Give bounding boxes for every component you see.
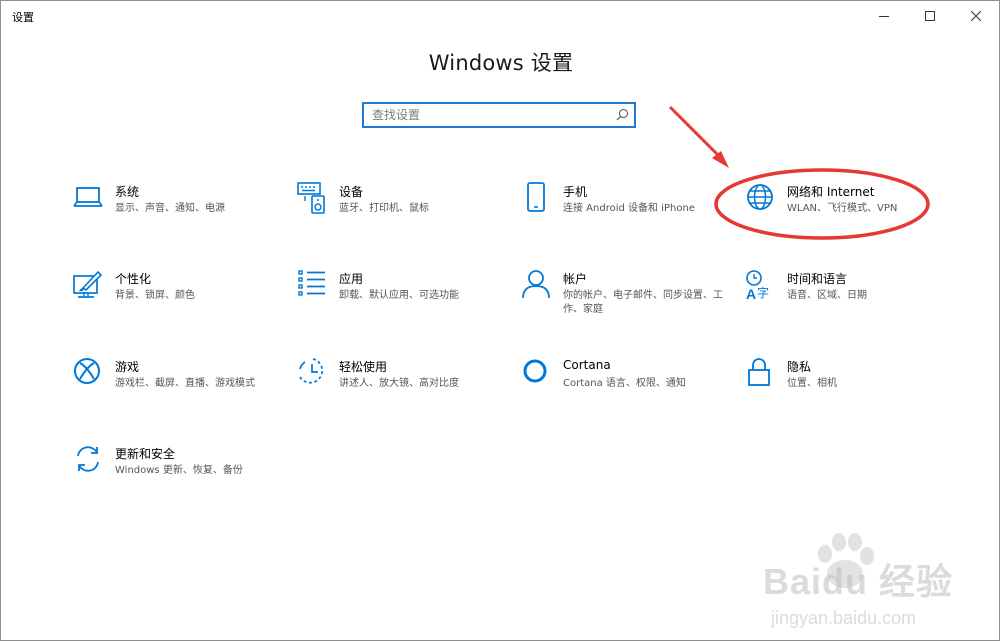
tile-title: 设备: [339, 185, 364, 199]
search-icon[interactable]: [616, 108, 629, 121]
tile-title: 时间和语言: [787, 272, 848, 286]
apps-list-icon: [298, 270, 325, 296]
paintbrush-icon: [73, 270, 103, 298]
tile-title: 游戏: [115, 360, 140, 374]
tile-title: 网络和 Internet: [787, 185, 875, 199]
title-bar[interactable]: 设置: [1, 1, 999, 31]
laptop-icon: [73, 187, 103, 207]
tile-title: 系统: [115, 185, 140, 199]
tile-description: Cortana 语言、权限、通知: [563, 378, 686, 389]
page-title: Windows 设置: [428, 51, 574, 75]
tile-title: 手机: [563, 185, 588, 199]
globe-icon: [747, 184, 773, 210]
tile-time-language[interactable]: A 字 时间和语言 语音、区域、日期: [745, 269, 955, 325]
xbox-icon: [74, 358, 100, 384]
tile-title: 个性化: [115, 272, 152, 286]
tile-description: 你的帐户、电子邮件、同步设置、工作、家庭: [563, 290, 723, 315]
cortana-icon: [523, 359, 547, 383]
time-language-icon: A 字: [746, 270, 769, 301]
tile-title: 轻松使用: [339, 360, 388, 374]
minimize-button[interactable]: [861, 1, 907, 31]
tile-system[interactable]: 系统 显示、声音、通知、电源: [73, 182, 283, 238]
tile-description: 连接 Android 设备和 iPhone: [563, 203, 695, 214]
tile-description: 显示、声音、通知、电源: [115, 203, 225, 214]
window-title: 设置: [12, 11, 34, 24]
tile-privacy[interactable]: 隐私 位置、相机: [745, 357, 955, 413]
devices-icon: [297, 182, 325, 214]
phone-icon: [527, 182, 545, 212]
tile-apps[interactable]: 应用 卸载、默认应用、可选功能: [297, 269, 507, 325]
watermark-site: jingyan.baidu.com: [771, 608, 917, 628]
tile-network-internet[interactable]: 网络和 Internet WLAN、飞行模式、VPN: [745, 182, 955, 238]
tile-update-security[interactable]: 更新和安全 Windows 更新、恢复、备份: [73, 444, 283, 500]
tile-accounts[interactable]: 帐户 你的帐户、电子邮件、同步设置、工作、家庭: [521, 269, 731, 325]
sync-icon: [77, 446, 99, 472]
tile-title: 应用: [339, 272, 364, 286]
maximize-button[interactable]: [907, 1, 953, 31]
tile-personalization[interactable]: 个性化 背景、锁屏、颜色: [73, 269, 283, 325]
watermark-brand: Baidu 经验: [763, 561, 954, 602]
tile-description: Windows 更新、恢复、备份: [115, 465, 243, 476]
tile-title: 帐户: [563, 272, 588, 286]
tile-cortana[interactable]: Cortana Cortana 语言、权限、通知: [521, 357, 731, 413]
svg-text:字: 字: [757, 285, 769, 300]
tile-description: 游戏栏、截屏、直播、游戏模式: [115, 378, 255, 389]
tile-description: 卸载、默认应用、可选功能: [339, 290, 459, 301]
tile-devices[interactable]: 设备 蓝牙、打印机、鼠标: [297, 182, 507, 238]
baidu-watermark: Baidu 经验 jingyan.baidu.com: [757, 528, 993, 638]
tile-ease-of-access[interactable]: 轻松使用 讲述人、放大镜、高对比度: [297, 357, 507, 413]
search-box[interactable]: [362, 102, 636, 128]
tile-description: 背景、锁屏、颜色: [115, 290, 195, 301]
lock-icon: [748, 358, 770, 386]
tile-gaming[interactable]: 游戏 游戏栏、截屏、直播、游戏模式: [73, 357, 283, 413]
tile-description: WLAN、飞行模式、VPN: [787, 203, 898, 214]
search-input[interactable]: [364, 104, 612, 126]
tile-description: 讲述人、放大镜、高对比度: [339, 378, 459, 389]
tile-description: 位置、相机: [787, 378, 837, 389]
tile-phone[interactable]: 手机 连接 Android 设备和 iPhone: [521, 182, 731, 238]
close-button[interactable]: [953, 1, 999, 31]
svg-text:A: A: [746, 286, 756, 301]
tile-description: 蓝牙、打印机、鼠标: [339, 203, 429, 214]
close-icon: [971, 11, 981, 21]
tile-description: 语音、区域、日期: [787, 290, 867, 301]
tile-title: Cortana: [563, 358, 611, 372]
ease-of-access-icon: [299, 358, 324, 384]
tile-title: 隐私: [787, 360, 812, 374]
person-icon: [522, 270, 550, 299]
minimize-icon: [879, 16, 889, 17]
tile-title: 更新和安全: [115, 447, 176, 461]
maximize-icon: [925, 11, 935, 21]
